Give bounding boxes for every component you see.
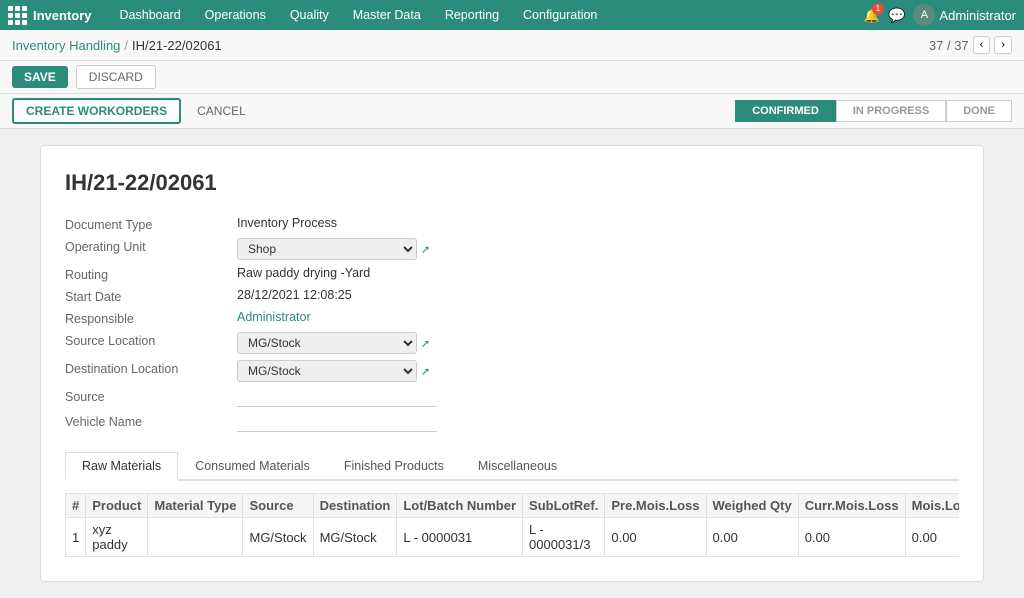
operating-unit-ext-link[interactable]: ➚ [421, 243, 430, 256]
pagination: 37 / 37 ‹ › [929, 36, 1012, 54]
next-button[interactable]: › [994, 36, 1012, 54]
responsible-value[interactable]: Administrator [237, 310, 665, 326]
breadcrumb-parent[interactable]: Inventory Handling [12, 38, 120, 53]
destination-location-field: MG/Stock ➚ [237, 360, 665, 382]
table-row[interactable]: 1xyz paddyMG/StockMG/StockL - 0000031L -… [66, 518, 960, 557]
save-button[interactable]: SAVE [12, 66, 68, 88]
table-wrapper: # Product Material Type Source Destinati… [65, 493, 959, 557]
col-lot-batch: Lot/Batch Number [397, 494, 523, 518]
source-location-ext-link[interactable]: ➚ [421, 337, 430, 350]
form-fields: Document Type Inventory Process Operatin… [65, 216, 665, 432]
user-name: Administrator [939, 8, 1016, 23]
vehicle-name-input[interactable] [237, 413, 437, 432]
raw-materials-table: # Product Material Type Source Destinati… [65, 493, 959, 557]
navbar-right: 🔔 1 💬 A Administrator [864, 4, 1016, 26]
grid-icon [8, 6, 27, 25]
source-location-field: MG/Stock ➚ [237, 332, 665, 354]
responsible-label: Responsible [65, 310, 225, 326]
brand-name: Inventory [33, 8, 92, 23]
col-destination: Destination [313, 494, 397, 518]
col-pre-mois: Pre.Mois.Loss [605, 494, 706, 518]
notification-icon[interactable]: 🔔 1 [864, 7, 880, 24]
user-menu[interactable]: A Administrator [913, 4, 1016, 26]
tab-finished-products[interactable]: Finished Products [327, 452, 461, 481]
nav-quality[interactable]: Quality [278, 0, 341, 30]
operating-unit-select[interactable]: Shop [237, 238, 417, 260]
source-label: Source [65, 388, 225, 407]
status-confirmed[interactable]: CONFIRMED [735, 100, 836, 122]
brand[interactable]: Inventory [8, 6, 92, 25]
nav-operations[interactable]: Operations [193, 0, 278, 30]
routing-value: Raw paddy drying -Yard [237, 266, 665, 282]
save-toolbar: SAVE DISCARD [0, 61, 1024, 94]
document-type-label: Document Type [65, 216, 225, 232]
document-type-value: Inventory Process [237, 216, 665, 232]
notification-badge: 1 [872, 3, 884, 15]
start-date-label: Start Date [65, 288, 225, 304]
prev-button[interactable]: ‹ [973, 36, 991, 54]
operating-unit-field: Shop ➚ [237, 238, 665, 260]
nav-menu: Dashboard Operations Quality Master Data… [108, 0, 864, 30]
breadcrumb: Inventory Handling / IH/21-22/02061 [12, 38, 222, 53]
col-weighed-qty: Weighed Qty [706, 494, 798, 518]
cancel-button[interactable]: CANCEL [189, 100, 254, 122]
status-buttons: CONFIRMED IN PROGRESS DONE [735, 100, 1012, 122]
chat-icon[interactable]: 💬 [888, 7, 905, 24]
vehicle-name-label: Vehicle Name [65, 413, 225, 432]
col-curr-mois: Curr.Mois.Loss [798, 494, 905, 518]
tabs: Raw Materials Consumed Materials Finishe… [65, 452, 959, 481]
status-done[interactable]: DONE [946, 100, 1012, 122]
breadcrumb-bar: Inventory Handling / IH/21-22/02061 37 /… [0, 30, 1024, 61]
col-material-type: Material Type [148, 494, 243, 518]
breadcrumb-separator: / [124, 38, 128, 53]
source-location-select[interactable]: MG/Stock [237, 332, 417, 354]
destination-location-label: Destination Location [65, 360, 225, 382]
tab-consumed-materials[interactable]: Consumed Materials [178, 452, 327, 481]
discard-button[interactable]: DISCARD [76, 65, 156, 89]
col-product: Product [86, 494, 148, 518]
col-mois-loss-qty: Mois.Loss Qty [905, 494, 959, 518]
main-card: IH/21-22/02061 Document Type Inventory P… [40, 145, 984, 582]
breadcrumb-current: IH/21-22/02061 [132, 38, 222, 53]
nav-reporting[interactable]: Reporting [433, 0, 511, 30]
destination-location-ext-link[interactable]: ➚ [421, 365, 430, 378]
pagination-label: 37 / 37 [929, 38, 969, 53]
tab-raw-materials[interactable]: Raw Materials [65, 452, 178, 481]
navbar: Inventory Dashboard Operations Quality M… [0, 0, 1024, 30]
tab-miscellaneous[interactable]: Miscellaneous [461, 452, 574, 481]
col-source: Source [243, 494, 313, 518]
routing-label: Routing [65, 266, 225, 282]
source-input[interactable] [237, 388, 437, 407]
col-sublot: SubLotRef. [523, 494, 605, 518]
workorder-toolbar: CREATE WORKORDERS CANCEL CONFIRMED IN PR… [0, 94, 1024, 129]
operating-unit-label: Operating Unit [65, 238, 225, 260]
avatar: A [913, 4, 935, 26]
destination-location-select[interactable]: MG/Stock [237, 360, 417, 382]
nav-dashboard[interactable]: Dashboard [108, 0, 193, 30]
nav-configuration[interactable]: Configuration [511, 0, 609, 30]
create-workorders-button[interactable]: CREATE WORKORDERS [12, 98, 181, 124]
status-in-progress[interactable]: IN PROGRESS [836, 100, 946, 122]
nav-master-data[interactable]: Master Data [341, 0, 433, 30]
start-date-value: 28/12/2021 12:08:25 [237, 288, 665, 304]
main-content: IH/21-22/02061 Document Type Inventory P… [0, 129, 1024, 598]
col-num: # [66, 494, 86, 518]
source-location-label: Source Location [65, 332, 225, 354]
document-title: IH/21-22/02061 [65, 170, 959, 196]
